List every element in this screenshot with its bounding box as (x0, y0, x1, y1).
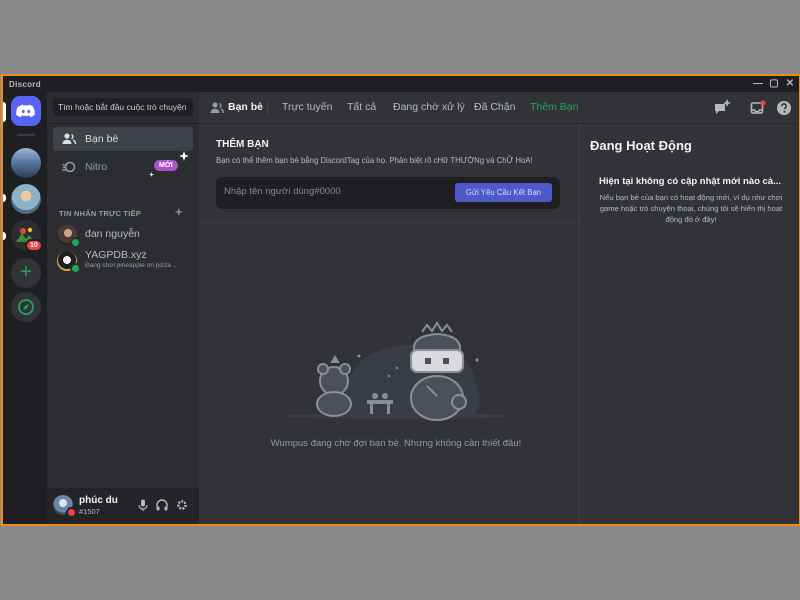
tab-pending[interactable]: Đang chờ xử lý (393, 101, 465, 113)
sparkle-icon (179, 151, 189, 161)
dm-name: đan nguyễn (85, 228, 140, 240)
home-button[interactable] (11, 96, 41, 126)
plus-icon: + (20, 261, 32, 283)
server-list: 10 + (3, 92, 47, 524)
new-group-dm-icon[interactable] (713, 99, 731, 117)
help-icon[interactable] (775, 99, 793, 117)
wumpus-waiting-illustration (287, 321, 507, 421)
online-status-icon (70, 237, 81, 248)
maximize-button[interactable]: ▢ (767, 78, 781, 90)
server-separator (17, 134, 35, 136)
sparkle-icon (149, 172, 154, 177)
headphones-icon[interactable] (155, 498, 169, 512)
add-friend-panel: THÊM BẠN Bạn có thể thêm bạn bè bằng Dis… (199, 124, 579, 524)
dm-item[interactable]: đan nguyễn (53, 222, 193, 248)
new-badge: MỚI (154, 160, 178, 171)
active-now-panel: Đang Hoạt Động Hiện tại không có cập nhậ… (579, 124, 799, 524)
friends-header: Bạn bè Trực tuyến Tất cả Đang chờ xử lý … (199, 92, 799, 124)
selected-pill (3, 102, 6, 122)
dm-item[interactable]: YAGPDB.xyz Đang chơi pineapple on pizza … (53, 248, 193, 274)
friends-icon (210, 102, 225, 114)
dm-name: YAGPDB.xyz (85, 249, 147, 261)
unread-pill (3, 194, 6, 202)
friends-icon (62, 133, 77, 145)
title-bar: Discord — ▢ ✕ (3, 76, 799, 92)
add-friend-title: THÊM BẠN (216, 139, 269, 150)
server-icon-1[interactable] (11, 148, 41, 178)
tab-add-friend[interactable]: Thêm Bạn (530, 101, 578, 113)
nav-friends[interactable]: Bạn bè (53, 127, 193, 151)
add-friend-box: Gửi Yêu Cầu Kết Bạn (216, 177, 560, 209)
send-friend-request-button[interactable]: Gửi Yêu Cầu Kết Bạn (455, 183, 552, 202)
gear-icon[interactable] (175, 498, 189, 512)
user-name: phúc du (79, 495, 118, 506)
add-server-button[interactable]: + (11, 258, 41, 288)
dm-sidebar: Tìm hoặc bắt đầu cuộc trò chuyện Bạn bè … (47, 92, 199, 524)
discord-logo-icon (16, 104, 35, 118)
divider (267, 101, 268, 115)
nitro-icon (62, 161, 76, 173)
main-panel: Bạn bè Trực tuyến Tất cả Đang chờ xử lý … (199, 92, 799, 524)
active-now-title: Đang Hoạt Động (590, 138, 692, 153)
tab-blocked[interactable]: Đã Chặn (474, 101, 515, 113)
notification-badge: 10 (25, 239, 43, 252)
dm-activity-status: Đang chơi pineapple on pizza ... (85, 262, 179, 269)
online-status-icon (70, 263, 81, 274)
nav-friends-label: Bạn bè (85, 133, 119, 145)
nav-nitro-label: Nitro (85, 161, 108, 173)
create-dm-button[interactable]: + (175, 204, 183, 219)
tab-online[interactable]: Trực tuyến (282, 101, 332, 113)
user-panel: phúc du #1507 (47, 488, 199, 524)
add-friend-description: Bạn có thể thêm bạn bè bằng DiscordTag c… (216, 156, 533, 165)
close-button[interactable]: ✕ (783, 78, 797, 90)
minimize-button[interactable]: — (751, 78, 765, 90)
microphone-icon[interactable] (136, 498, 150, 512)
tab-all[interactable]: Tất cả (347, 101, 376, 113)
dnd-status-icon (66, 507, 77, 518)
app-window: Discord — ▢ ✕ 10 + Tìm hoặc bắt đầu cuộc… (1, 74, 800, 526)
username-input[interactable] (224, 186, 444, 197)
friends-title: Bạn bè (228, 101, 264, 113)
dm-section-label: TIN NHẮN TRỰC TIẾP (59, 209, 141, 218)
nav-nitro[interactable]: Nitro MỚI (53, 151, 193, 179)
inbox-icon[interactable] (749, 99, 767, 117)
server-icon-2[interactable] (11, 184, 41, 214)
divider (47, 123, 199, 124)
unread-pill (3, 232, 6, 240)
user-tag: #1507 (79, 507, 100, 516)
explore-servers-button[interactable] (11, 292, 41, 322)
compass-icon (18, 299, 34, 315)
search-conversation-input[interactable]: Tìm hoặc bắt đầu cuộc trò chuyện (53, 98, 193, 116)
active-now-heading: Hiện tại không có cập nhật mới nào cả... (598, 176, 781, 187)
app-title: Discord (9, 80, 41, 89)
active-now-description: Nếu bạn bè của bạn có hoạt động mới, ví … (599, 193, 783, 224)
divider (199, 222, 579, 223)
empty-state-text: Wumpus đang chờ đợi bạn bè. Nhưng không … (270, 438, 522, 449)
